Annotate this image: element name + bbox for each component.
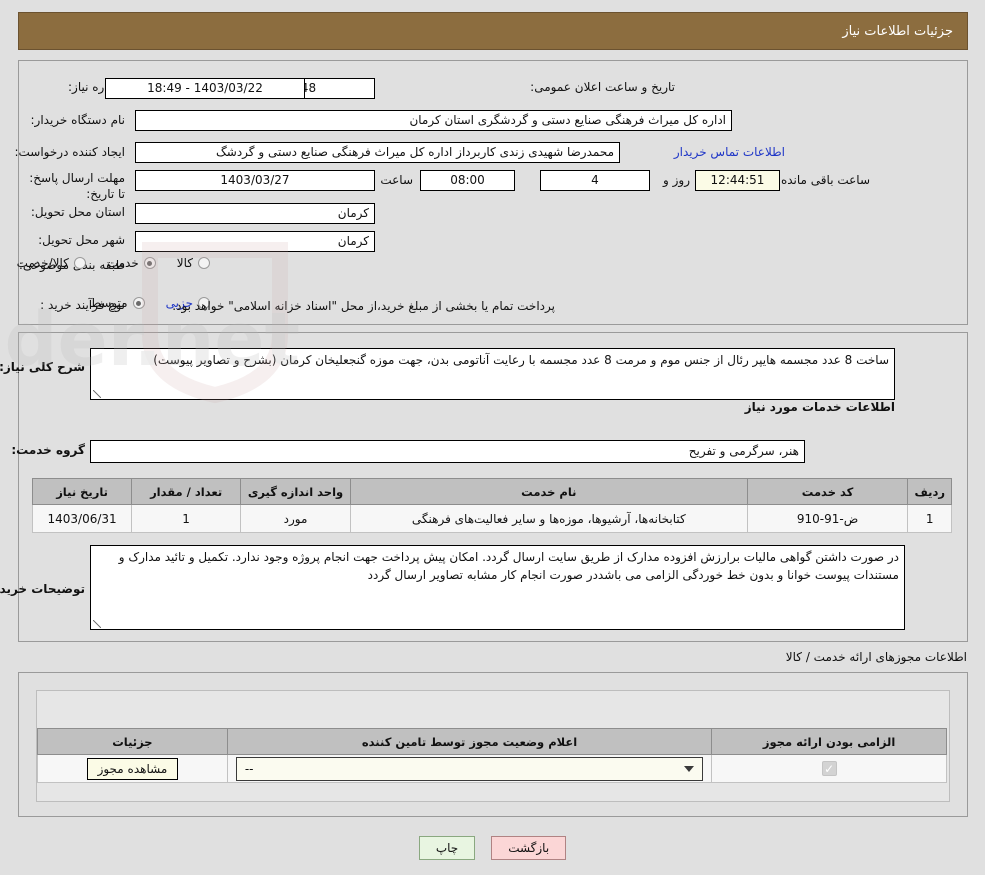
cell-permit-status: -- xyxy=(226,754,713,783)
deadline-date-value: 1403/03/27 xyxy=(135,170,375,191)
view-permit-button[interactable]: مشاهده مجوز xyxy=(86,757,179,780)
buyer-contact-link[interactable]: اطلاعات تماس خریدار xyxy=(674,145,785,159)
cell-code: ض-91-910 xyxy=(746,504,909,533)
cell-index: 1 xyxy=(907,504,952,533)
page-header-bar: جزئیات اطلاعات نیاز xyxy=(18,12,968,50)
buyer-org-label-wrap: نام دستگاه خریدار: xyxy=(31,113,126,127)
cell-name: کتابخانه‌ها، آرشیوها، موزه‌ها و سایر فعا… xyxy=(349,504,748,533)
footer-button-bar: بازگشت چاپ xyxy=(0,836,985,860)
service-group-value: هنر، سرگرمی و تفریح xyxy=(90,440,805,463)
radio-option-kala-khedmat[interactable]: کالا/خدمت xyxy=(17,256,86,270)
announce-date-value: 1403/03/22 - 18:49 xyxy=(105,78,305,99)
radio-label-khedmat: خدمت xyxy=(106,256,139,270)
col-date: تاریخ نیاز xyxy=(31,478,133,505)
desc-label-wrap: شرح کلی نیاز: xyxy=(0,360,85,374)
city-label-wrap: شهر محل تحویل: xyxy=(38,233,125,247)
col-unit: واحد اندازه گیری xyxy=(240,478,351,505)
cell-quantity: 1 xyxy=(131,504,242,533)
delivery-city-label: شهر محل تحویل: xyxy=(38,233,125,247)
subject-category-radio-group: کالا خدمت کالا/خدمت xyxy=(1,256,210,270)
deadline-days-word: روز و xyxy=(663,173,690,187)
process-note-text: پرداخت تمام یا بخشی از مبلغ خرید،از محل … xyxy=(172,299,555,313)
radio-option-kala[interactable]: کالا xyxy=(177,256,210,270)
back-button[interactable]: بازگشت xyxy=(491,836,567,860)
buyer-notes-value[interactable]: در صورت داشتن گواهی مالیات برارزش افزوده… xyxy=(90,545,905,630)
general-description-label: شرح کلی نیاز: xyxy=(0,360,85,374)
cell-unit: مورد xyxy=(240,504,351,533)
col-permit-required: الزامی بودن ارائه مجوز xyxy=(711,728,947,755)
radio-label-motevaset: متوسط xyxy=(89,296,128,310)
col-permit-status: اعلام وضعیت مجوز توسط تامین کننده xyxy=(226,728,713,755)
service-group-label: گروه خدمت: xyxy=(11,443,85,457)
requester-label: ایجاد کننده درخواست: xyxy=(14,145,125,159)
deadline-days-value: 4 xyxy=(540,170,650,191)
table-row: 1 ض-91-910 کتابخانه‌ها، آرشیوها، موزه‌ها… xyxy=(31,504,952,533)
province-label-wrap: استان محل تحویل: xyxy=(31,205,125,219)
deadline-time-value: 08:00 xyxy=(420,170,515,191)
announce-date-label: تاریخ و ساعت اعلان عمومی: xyxy=(530,80,675,94)
permits-table-header-row: الزامی بودن ارائه مجوز اعلام وضعیت مجوز … xyxy=(37,728,947,755)
col-quantity: تعداد / مقدار xyxy=(131,478,242,505)
radio-icon-motevaset[interactable] xyxy=(132,297,145,309)
table-row: ✓ -- مشاهده مجوز xyxy=(37,754,947,783)
radio-label-kala-khedmat: کالا/خدمت xyxy=(16,256,69,270)
cell-permit-required: ✓ xyxy=(711,754,947,783)
chevron-down-icon xyxy=(684,765,695,772)
col-name: نام خدمت xyxy=(349,478,748,505)
services-table: ردیف کد خدمت نام خدمت واحد اندازه گیری ت… xyxy=(31,478,952,533)
page-root: جزئیات اطلاعات نیاز شماره نیاز: 11030090… xyxy=(0,0,985,875)
permits-section-title: اطلاعات مجوزهای ارائه خدمت / کالا xyxy=(785,650,967,664)
permit-status-select[interactable]: -- xyxy=(235,756,704,781)
radio-label-kala: کالا xyxy=(176,256,193,270)
deadline-label: مهلت ارسال پاسخ: تا تاریخ: xyxy=(29,171,125,201)
cell-date: 1403/06/31 xyxy=(31,504,133,533)
page-title: جزئیات اطلاعات نیاز xyxy=(842,23,953,39)
announce-label-wrap: تاریخ و ساعت اعلان عمومی: xyxy=(530,80,675,94)
col-code: کد خدمت xyxy=(746,478,909,505)
buyer-notes-label: توضیحات خریدار: xyxy=(0,582,85,596)
requester-label-wrap: ایجاد کننده درخواست: xyxy=(14,145,125,159)
delivery-province-value: کرمان xyxy=(135,203,375,224)
delivery-province-label: استان محل تحویل: xyxy=(30,205,125,219)
radio-icon-kala[interactable] xyxy=(198,257,210,269)
radio-icon-khedmat[interactable] xyxy=(143,257,156,269)
services-section-heading: اطلاعات خدمات مورد نیاز xyxy=(744,400,895,414)
col-index: ردیف xyxy=(907,478,952,505)
buyer-notes-label-wrap: توضیحات خریدار: xyxy=(0,582,85,596)
radio-icon-kala-khedmat[interactable] xyxy=(73,257,86,269)
col-permit-details: جزئیات xyxy=(37,728,228,755)
delivery-city-value: کرمان xyxy=(135,231,375,252)
cell-permit-details: مشاهده مجوز xyxy=(37,754,228,783)
radio-option-khedmat[interactable]: خدمت xyxy=(107,256,156,270)
permit-status-value: -- xyxy=(244,761,254,776)
deadline-label-wrap: مهلت ارسال پاسخ: تا تاریخ: xyxy=(27,170,125,202)
permits-table: الزامی بودن ارائه مجوز اعلام وضعیت مجوز … xyxy=(37,728,947,783)
need-info-panel xyxy=(18,60,968,325)
print-button[interactable]: چاپ xyxy=(418,836,476,860)
countdown-timer: 12:44:51 xyxy=(695,170,780,191)
permit-required-checkbox: ✓ xyxy=(821,761,837,776)
radio-option-motevaset[interactable]: متوسط xyxy=(90,296,145,310)
buyer-org-label: نام دستگاه خریدار: xyxy=(30,113,126,127)
general-description-value[interactable]: ساخت 8 عدد مجسمه هایپر رئال از جنس موم و… xyxy=(90,348,895,400)
service-group-label-wrap: گروه خدمت: xyxy=(11,443,85,457)
deadline-time-word: ساعت xyxy=(380,173,413,187)
remaining-time-word: ساعت باقی مانده xyxy=(780,173,870,187)
services-table-header-row: ردیف کد خدمت نام خدمت واحد اندازه گیری ت… xyxy=(31,478,952,505)
requester-value: محمدرضا شهیدی زندی کاربرداز اداره کل میر… xyxy=(135,142,620,163)
buyer-org-value: اداره کل میراث فرهنگی صنایع دستی و گردشگ… xyxy=(135,110,732,131)
